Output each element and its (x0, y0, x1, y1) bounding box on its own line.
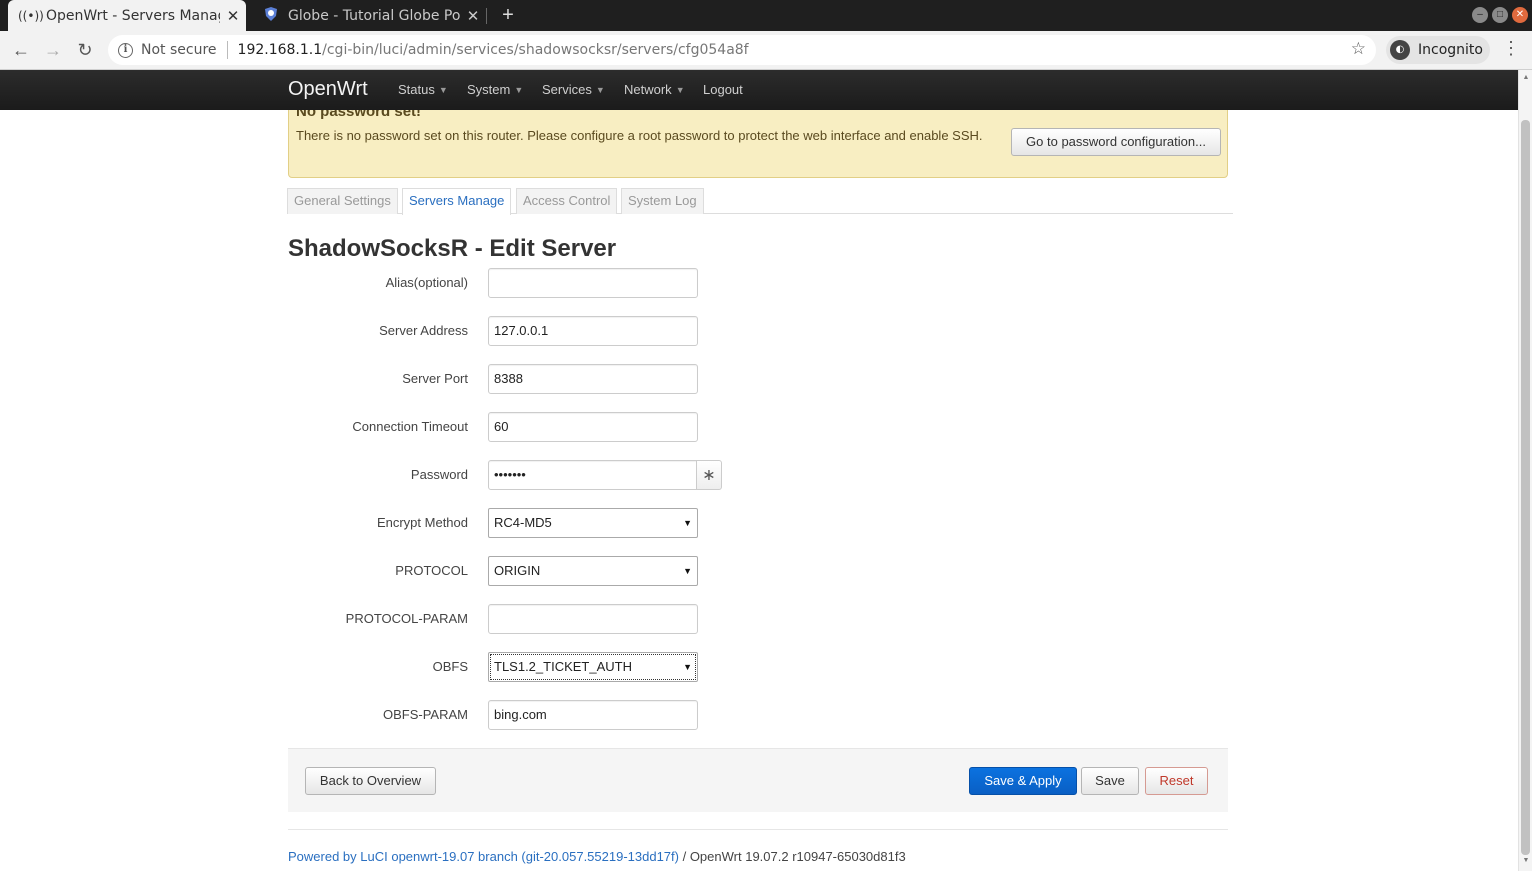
tab-title: Globe - Tutorial Globe Po (288, 7, 460, 24)
back-arrow-icon[interactable]: ← (8, 37, 34, 63)
reload-icon[interactable]: ↻ (72, 37, 98, 63)
timeout-input[interactable]: 60 (488, 412, 698, 442)
protocol-label: PROTOCOL (395, 563, 468, 578)
caret-down-icon: ▼ (514, 85, 524, 95)
nav-status[interactable]: Status ▼ (398, 82, 448, 97)
footer-version: / OpenWrt 19.07.2 r10947-65030d81f3 (678, 849, 906, 864)
browser-tab-bar: ((•)) OpenWrt - Servers Manag ✕ Globe - … (0, 0, 1532, 31)
alias-input[interactable] (488, 268, 698, 298)
select-value: ORIGIN (494, 563, 541, 578)
minimize-icon[interactable]: – (1472, 7, 1488, 23)
url-divider (226, 41, 228, 59)
browser-tab-openwrt[interactable]: ((•)) OpenWrt - Servers Manag ✕ (8, 0, 246, 31)
footer: Powered by LuCI openwrt-19.07 branch (gi… (288, 849, 906, 864)
dropdown-arrow-icon: ▼ (683, 566, 692, 576)
tab-divider (486, 8, 487, 24)
caret-down-icon: ▼ (595, 85, 605, 95)
obfs-select[interactable]: TLS1.2_TICKET_AUTH ▼ (488, 652, 698, 682)
alert-text: There is no password set on this router.… (296, 128, 983, 143)
nav-label: System (467, 82, 511, 97)
kebab-menu-icon[interactable]: ⋮ (1502, 38, 1520, 59)
nav-network[interactable]: Network ▼ (624, 82, 685, 97)
nav-label: Status (398, 82, 435, 97)
info-icon[interactable]: i (118, 42, 133, 58)
close-icon[interactable]: ✕ (220, 7, 246, 25)
nav-label: Network (624, 82, 672, 97)
reset-button[interactable]: Reset (1145, 767, 1208, 795)
tab-access-control[interactable]: Access Control (516, 188, 618, 214)
tab-system-log[interactable]: System Log (621, 188, 704, 214)
incognito-icon: ◐ (1390, 40, 1410, 60)
dropdown-arrow-icon: ▼ (683, 662, 692, 672)
page-title: ShadowSocksR - Edit Server (288, 235, 617, 262)
page-scrollbar[interactable]: ▲ ▼ (1518, 70, 1532, 871)
security-label: Not secure (141, 42, 217, 58)
window-close-icon[interactable]: ✕ (1512, 7, 1528, 23)
section-tabs: General Settings Servers Manage Access C… (287, 188, 1233, 215)
tab-servers-manage[interactable]: Servers Manage (402, 188, 512, 215)
caret-down-icon: ▼ (675, 85, 685, 95)
timeout-label: Connection Timeout (352, 419, 468, 434)
password-config-button[interactable]: Go to password configuration... (1011, 128, 1221, 156)
save-button[interactable]: Save (1081, 767, 1139, 795)
browser-tab-globe[interactable]: Globe - Tutorial Globe Po ✕ (250, 0, 486, 31)
scroll-down-icon[interactable]: ▼ (1520, 857, 1532, 864)
form-actions-bar: Back to Overview Save & Apply Save Reset (288, 748, 1228, 812)
protocol-param-label: PROTOCOL-PARAM (345, 611, 468, 626)
close-icon[interactable]: ✕ (460, 7, 486, 25)
browser-toolbar: ← → ↻ i Not secure 192.168.1.1 /cgi-bin/… (0, 31, 1532, 70)
tab-general-settings[interactable]: General Settings (287, 188, 398, 214)
server-port-input[interactable]: 8388 (488, 364, 698, 394)
alias-label: Alias(optional) (385, 275, 468, 290)
select-value: TLS1.2_TICKET_AUTH (494, 659, 632, 674)
brand-logo[interactable]: OpenWrt (288, 78, 368, 101)
luci-link[interactable]: Powered by LuCI openwrt-19.07 branch (gi… (288, 849, 679, 864)
server-address-label: Server Address (379, 323, 468, 338)
new-tab-button[interactable]: + (496, 2, 520, 28)
encrypt-method-select[interactable]: RC4-MD5 ▼ (488, 508, 698, 538)
protocol-param-input[interactable] (488, 604, 698, 634)
server-port-label: Server Port (402, 371, 468, 386)
maximize-icon[interactable]: □ (1492, 7, 1508, 23)
footer-divider (288, 829, 1228, 830)
back-to-overview-button[interactable]: Back to Overview (305, 767, 436, 795)
broadcast-icon: ((•)) (18, 8, 44, 23)
save-apply-button[interactable]: Save & Apply (969, 767, 1077, 795)
nav-services[interactable]: Services ▼ (542, 82, 605, 97)
obfs-param-input[interactable]: bing.com (488, 700, 698, 730)
encrypt-method-label: Encrypt Method (376, 515, 468, 530)
obfs-param-label: OBFS-PARAM (383, 707, 468, 722)
incognito-indicator[interactable]: ◐ Incognito (1386, 36, 1490, 64)
reveal-password-button[interactable]: ∗ (696, 460, 722, 490)
top-navbar: OpenWrt Status ▼ System ▼ Services ▼ Networ… (0, 70, 1518, 110)
bookmark-star-icon[interactable]: ☆ (1351, 39, 1366, 59)
url-path: /cgi-bin/luci/admin/services/shadowsocks… (322, 42, 749, 58)
incognito-label: Incognito (1418, 42, 1483, 58)
nav-system[interactable]: System ▼ (467, 82, 523, 97)
password-label: Password (410, 467, 468, 482)
nav-label: Services (542, 82, 592, 97)
nav-logout[interactable]: Logout (703, 82, 743, 97)
password-input[interactable]: ••••••• (488, 460, 698, 490)
server-address-input[interactable]: 127.0.0.1 (488, 316, 698, 346)
protocol-select[interactable]: ORIGIN ▼ (488, 556, 698, 586)
address-bar[interactable]: i Not secure 192.168.1.1 /cgi-bin/luci/a… (108, 35, 1376, 65)
caret-down-icon: ▼ (438, 85, 448, 95)
forward-arrow-icon[interactable]: → (40, 37, 66, 63)
page-viewport: No password set! There is no password se… (0, 70, 1518, 871)
scroll-up-icon[interactable]: ▲ (1520, 74, 1532, 81)
select-value: RC4-MD5 (494, 515, 552, 530)
tab-title: OpenWrt - Servers Manag (46, 7, 220, 24)
url-host: 192.168.1.1 (237, 42, 323, 58)
scrollbar-thumb[interactable] (1521, 120, 1530, 855)
shield-icon (260, 6, 282, 25)
dropdown-arrow-icon: ▼ (683, 518, 692, 528)
obfs-label: OBFS (432, 659, 468, 674)
